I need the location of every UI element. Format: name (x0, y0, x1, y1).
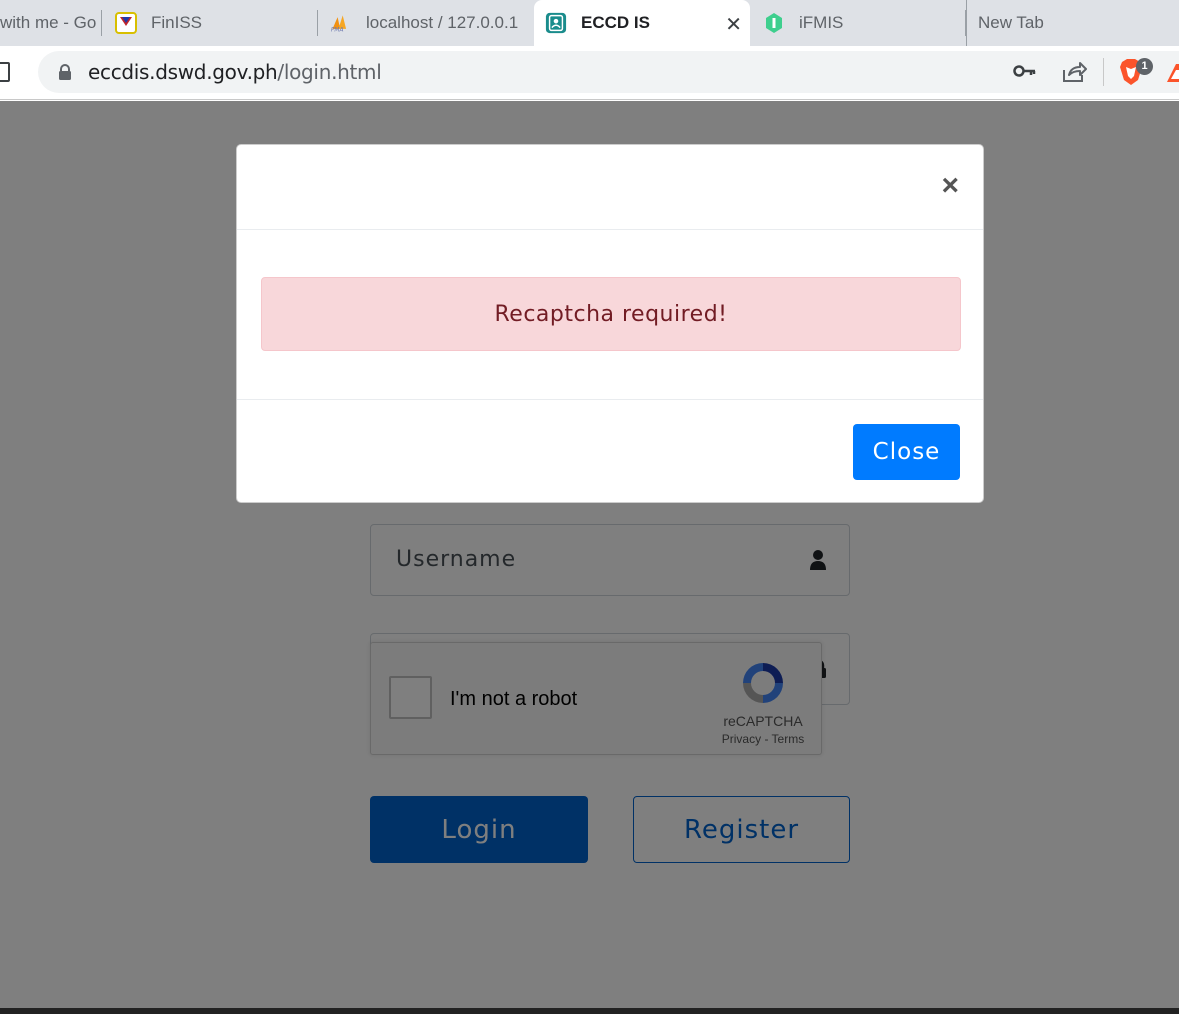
finiss-logo-icon (115, 12, 137, 34)
url-domain: eccdis.dswd.gov.ph (88, 60, 278, 84)
tab-localhost[interactable]: PMA localhost / 127.0.0.1 (318, 0, 534, 46)
tab-with-me[interactable]: with me - Go (0, 0, 102, 46)
share-icon[interactable] (1061, 60, 1087, 89)
eccd-logo-icon (545, 12, 567, 34)
tab-finiss[interactable]: FinISS (102, 0, 318, 46)
tab-label: with me - Go (0, 13, 97, 32)
ifmis-logo-icon (763, 12, 785, 34)
lock-icon[interactable] (58, 64, 72, 86)
close-button[interactable]: Close (853, 424, 960, 480)
phpmyadmin-icon: PMA (330, 12, 352, 34)
modal-footer: Close (237, 399, 983, 503)
tab-label: iFMIS (799, 13, 844, 32)
tab-new-tab[interactable]: New Tab (966, 0, 1179, 46)
tab-ifmis[interactable]: iFMIS (750, 0, 966, 46)
tab-eccd-is[interactable]: ECCD IS ✕ (534, 0, 750, 46)
bookmark-icon[interactable] (0, 62, 10, 82)
recaptcha-alert: Recaptcha required! (261, 277, 961, 351)
alert-message: Recaptcha required! (494, 301, 728, 327)
close-icon[interactable]: × (941, 171, 959, 201)
tab-close-icon[interactable]: ✕ (725, 12, 742, 37)
brave-badge: 1 (1136, 58, 1153, 75)
url-path: /login.html (277, 60, 382, 84)
tab-label: New Tab (978, 13, 1044, 32)
modal-header: × (237, 145, 983, 230)
brave-rewards-icon[interactable] (1166, 62, 1179, 89)
url-text[interactable]: eccdis.dswd.gov.ph/login.html (88, 60, 382, 84)
tab-label: ECCD IS (581, 13, 650, 32)
tab-label: FinISS (151, 13, 203, 32)
taskbar-edge (0, 1008, 1179, 1014)
tab-label: localhost / 127.0.0.1 (366, 13, 519, 32)
browser-tab-strip: with me - Go FinISS PMA localhost / 127.… (0, 0, 1179, 46)
alert-modal: × Recaptcha required! Close (236, 144, 984, 503)
key-icon[interactable] (1013, 63, 1037, 84)
svg-text:PMA: PMA (331, 27, 344, 33)
